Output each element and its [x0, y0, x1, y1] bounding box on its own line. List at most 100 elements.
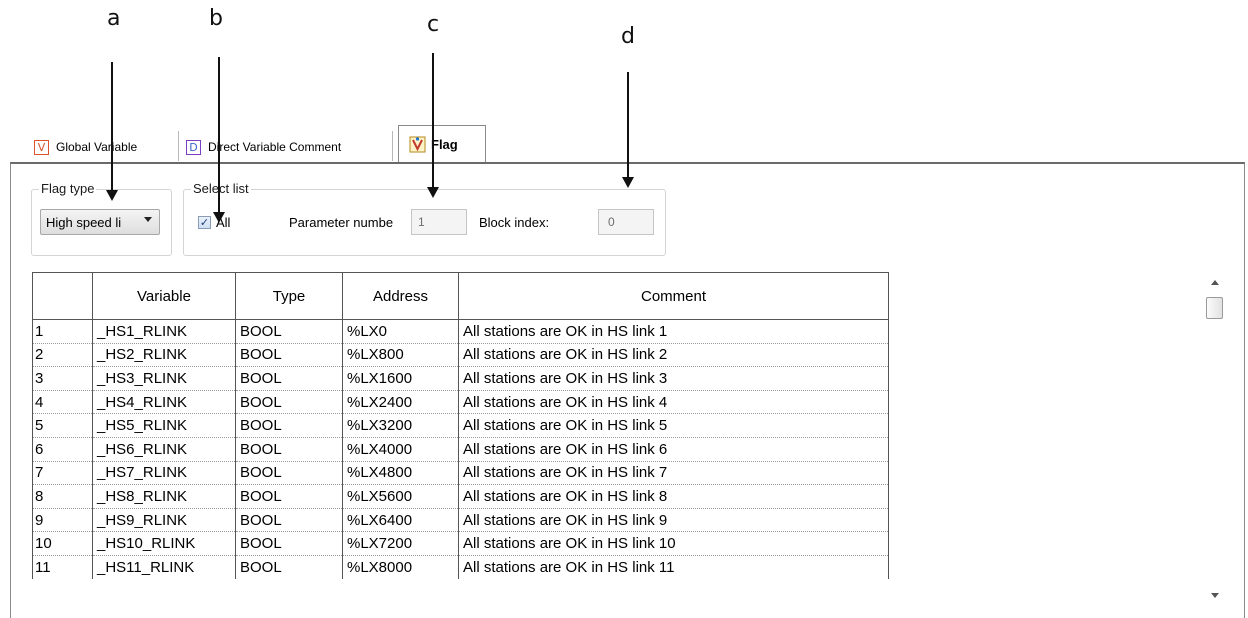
- tab-separator: [392, 131, 393, 161]
- comment-cell[interactable]: All stations are OK in HS link 10: [458, 531, 889, 556]
- type-cell[interactable]: BOOL: [235, 366, 343, 391]
- column-header-address[interactable]: Address: [342, 272, 459, 320]
- direct-variable-icon: D: [186, 139, 201, 155]
- scroll-down-arrow-icon[interactable]: [1211, 593, 1219, 598]
- column-header-index[interactable]: [32, 272, 93, 320]
- comment-cell[interactable]: All stations are OK in HS link 1: [458, 319, 889, 344]
- address-cell[interactable]: %LX800: [342, 343, 459, 368]
- vertical-scrollbar[interactable]: [1204, 272, 1226, 606]
- select-list-title: Select list: [191, 181, 251, 196]
- callout-a-label: a: [107, 6, 121, 31]
- table-row[interactable]: 4 _HS4_RLINK BOOL %LX2400 All stations are O…: [32, 390, 889, 415]
- tab-flag[interactable]: Flag: [398, 125, 486, 163]
- all-label: All: [216, 215, 231, 230]
- table-row[interactable]: 3 _HS3_RLINK BOOL %LX1600 All stations are O…: [32, 366, 889, 391]
- address-cell[interactable]: %LX4000: [342, 437, 459, 462]
- comment-cell[interactable]: All stations are OK in HS link 3: [458, 366, 889, 391]
- flag-type-select[interactable]: High speed li: [40, 209, 160, 235]
- address-cell[interactable]: %LX8000: [342, 555, 459, 579]
- scroll-thumb[interactable]: [1206, 297, 1223, 319]
- variable-cell[interactable]: _HS3_RLINK: [92, 366, 236, 391]
- type-cell[interactable]: BOOL: [235, 413, 343, 438]
- table-row[interactable]: 11 _HS11_RLINK BOOL %LX8000 All stations are…: [32, 555, 889, 579]
- tab-label: Direct Variable Comment: [208, 140, 342, 154]
- table-row[interactable]: 9 _HS9_RLINK BOOL %LX6400 All stations are O…: [32, 508, 889, 533]
- address-cell[interactable]: %LX2400: [342, 390, 459, 415]
- table-row[interactable]: 5 _HS5_RLINK BOOL %LX3200 All stations are O…: [32, 413, 889, 438]
- global-variable-icon: V: [34, 139, 49, 155]
- type-cell[interactable]: BOOL: [235, 390, 343, 415]
- variable-cell[interactable]: _HS4_RLINK: [92, 390, 236, 415]
- column-header-comment[interactable]: Comment: [458, 272, 889, 320]
- variable-cell[interactable]: _HS1_RLINK: [92, 319, 236, 344]
- row-number: 6: [32, 437, 93, 462]
- address-cell[interactable]: %LX1600: [342, 366, 459, 391]
- parameter-number-field[interactable]: 1: [411, 209, 467, 235]
- type-cell[interactable]: BOOL: [235, 555, 343, 579]
- type-cell[interactable]: BOOL: [235, 437, 343, 462]
- address-cell[interactable]: %LX4800: [342, 461, 459, 486]
- parameter-number-value: 1: [418, 215, 425, 229]
- flag-variable-table: Variable Type Address Comment 1 _HS1_RLIN…: [32, 272, 889, 579]
- variable-cell[interactable]: _HS7_RLINK: [92, 461, 236, 486]
- type-cell[interactable]: BOOL: [235, 508, 343, 533]
- row-number: 7: [32, 461, 93, 486]
- all-checkbox[interactable]: ✓: [198, 216, 211, 229]
- row-number: 2: [32, 343, 93, 368]
- row-number: 8: [32, 484, 93, 509]
- variable-cell[interactable]: _HS10_RLINK: [92, 531, 236, 556]
- tab-global-variable[interactable]: V Global Variable: [34, 131, 137, 163]
- column-header-variable[interactable]: Variable: [92, 272, 236, 320]
- callout-d-label: d: [621, 24, 635, 49]
- variable-cell[interactable]: _HS11_RLINK: [92, 555, 236, 579]
- table-row[interactable]: 8 _HS8_RLINK BOOL %LX5600 All stations are O…: [32, 484, 889, 509]
- tab-label: Global Variable: [56, 140, 138, 154]
- select-list-group: Select list ✓ All Parameter numbe 1 Bloc…: [183, 181, 666, 256]
- tab-direct-variable-comment[interactable]: D Direct Variable Comment: [186, 131, 341, 163]
- comment-cell[interactable]: All stations are OK in HS link 4: [458, 390, 889, 415]
- table-row[interactable]: 7 _HS7_RLINK BOOL %LX4800 All stations are O…: [32, 461, 889, 486]
- callout-c-label: c: [427, 12, 440, 37]
- variable-cell[interactable]: _HS9_RLINK: [92, 508, 236, 533]
- block-index-value: 0: [608, 215, 615, 229]
- row-number: 9: [32, 508, 93, 533]
- type-cell[interactable]: BOOL: [235, 319, 343, 344]
- table-row[interactable]: 2 _HS2_RLINK BOOL %LX800 All stations are OK…: [32, 343, 889, 368]
- address-cell[interactable]: %LX7200: [342, 531, 459, 556]
- address-cell[interactable]: %LX0: [342, 319, 459, 344]
- address-cell[interactable]: %LX3200: [342, 413, 459, 438]
- comment-cell[interactable]: All stations are OK in HS link 2: [458, 343, 889, 368]
- row-number: 3: [32, 366, 93, 391]
- table-row[interactable]: 1 _HS1_RLINK BOOL %LX0 All stations are OK i…: [32, 319, 889, 344]
- comment-cell[interactable]: All stations are OK in HS link 11: [458, 555, 889, 579]
- type-cell[interactable]: BOOL: [235, 531, 343, 556]
- type-cell[interactable]: BOOL: [235, 343, 343, 368]
- type-cell[interactable]: BOOL: [235, 484, 343, 509]
- row-number: 11: [32, 555, 93, 579]
- comment-cell[interactable]: All stations are OK in HS link 8: [458, 484, 889, 509]
- row-number: 4: [32, 390, 93, 415]
- address-cell[interactable]: %LX6400: [342, 508, 459, 533]
- variable-cell[interactable]: _HS2_RLINK: [92, 343, 236, 368]
- column-header-type[interactable]: Type: [235, 272, 343, 320]
- type-cell[interactable]: BOOL: [235, 461, 343, 486]
- variable-cell[interactable]: _HS6_RLINK: [92, 437, 236, 462]
- callout-b-label: b: [209, 6, 223, 31]
- variable-cell[interactable]: _HS8_RLINK: [92, 484, 236, 509]
- comment-cell[interactable]: All stations are OK in HS link 5: [458, 413, 889, 438]
- address-cell[interactable]: %LX5600: [342, 484, 459, 509]
- table-header-row: Variable Type Address Comment: [32, 272, 889, 320]
- row-number: 5: [32, 413, 93, 438]
- comment-cell[interactable]: All stations are OK in HS link 9: [458, 508, 889, 533]
- table-row[interactable]: 6 _HS6_RLINK BOOL %LX4000 All stations are O…: [32, 437, 889, 462]
- table-row[interactable]: 10 _HS10_RLINK BOOL %LX7200 All stations are…: [32, 531, 889, 556]
- block-index-label: Block index:: [479, 215, 550, 230]
- block-index-field[interactable]: 0: [598, 209, 654, 235]
- flag-type-title: Flag type: [39, 181, 97, 196]
- flag-type-value: High speed li: [46, 214, 122, 230]
- variable-cell[interactable]: _HS5_RLINK: [92, 413, 236, 438]
- comment-cell[interactable]: All stations are OK in HS link 7: [458, 461, 889, 486]
- comment-cell[interactable]: All stations are OK in HS link 6: [458, 437, 889, 462]
- scroll-up-arrow-icon[interactable]: [1211, 280, 1219, 285]
- chevron-down-icon: [144, 217, 152, 222]
